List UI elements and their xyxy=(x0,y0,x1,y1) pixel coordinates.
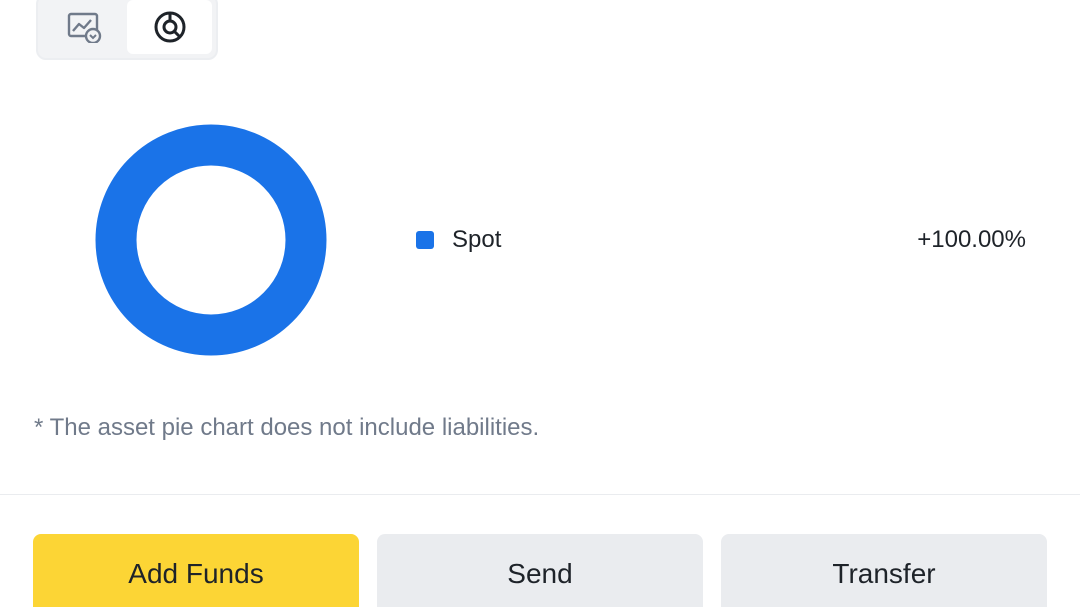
legend-percentage: +100.00% xyxy=(917,226,1026,253)
divider xyxy=(0,494,1080,495)
asset-donut-chart xyxy=(95,124,327,356)
legend-item-spot: Spot +100.00% xyxy=(416,222,1026,258)
pie-view-button[interactable] xyxy=(127,0,212,54)
trend-view-button[interactable] xyxy=(42,0,127,54)
chart-view-toggle xyxy=(36,0,218,60)
legend-swatch xyxy=(416,231,434,249)
transfer-button[interactable]: Transfer xyxy=(721,534,1047,607)
asset-allocation-panel: Spot +100.00% * The asset pie chart does… xyxy=(0,0,1080,607)
trend-chart-icon xyxy=(67,12,101,43)
pie-chart-icon xyxy=(154,11,185,43)
chart-footnote: * The asset pie chart does not include l… xyxy=(34,414,540,441)
add-funds-button[interactable]: Add Funds xyxy=(33,534,359,607)
donut-slice-spot xyxy=(95,124,327,356)
action-bar: Add Funds Send Transfer xyxy=(33,534,1047,607)
legend-label: Spot xyxy=(452,226,502,253)
send-button[interactable]: Send xyxy=(377,534,703,607)
